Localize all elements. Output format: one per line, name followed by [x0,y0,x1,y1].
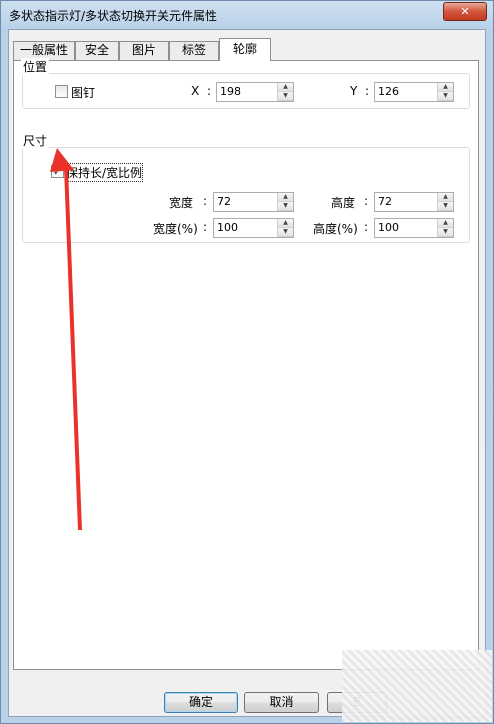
height-input[interactable]: 72 ▲ ▼ [374,192,454,212]
spin-down-icon[interactable]: ▼ [278,92,293,101]
height-percent-value: 100 [378,221,399,234]
properties-dialog: 多状态指示灯/多状态切换开关元件属性 ✕ 一般属性 安全 图片 标签 轮廓 位置… [0,0,494,724]
height-spinner[interactable]: ▲ ▼ [437,193,453,211]
width-spinner[interactable]: ▲ ▼ [277,193,293,211]
cancel-button[interactable]: 取消 [244,692,319,713]
pin-checkbox[interactable] [55,85,68,98]
spin-up-icon[interactable]: ▲ [278,83,293,92]
keep-ratio-checkbox[interactable]: ✓ [51,165,64,178]
spin-up-icon[interactable]: ▲ [438,83,453,92]
size-group-label: 尺寸 [21,132,50,149]
y-position-input[interactable]: 126 ▲ ▼ [374,82,454,102]
spin-down-icon[interactable]: ▼ [438,228,453,237]
watermark-blur [342,650,492,722]
size-group: 尺寸 ✓ 保持长/宽比例 宽度 : 72 ▲ ▼ 高度 : 72 ▲ ▼ 宽度(… [21,132,470,243]
keep-ratio-label: 保持长/宽比例 [64,163,144,182]
close-icon: ✕ [460,5,470,18]
tab-security[interactable]: 安全 [75,41,119,60]
width-percent-label: 宽度(%) [153,222,198,236]
tab-picture[interactable]: 图片 [119,41,169,60]
x-colon: : [207,84,212,98]
tab-label[interactable]: 标签 [169,41,219,60]
y-position-value: 126 [378,85,399,98]
spin-up-icon[interactable]: ▲ [438,219,453,228]
spin-down-icon[interactable]: ▼ [438,92,453,101]
spin-up-icon[interactable]: ▲ [278,219,293,228]
x-label: X [191,84,200,98]
close-button[interactable]: ✕ [443,2,487,21]
height-percent-spinner[interactable]: ▲ ▼ [437,219,453,237]
y-colon: : [365,84,370,98]
title-bar[interactable]: 多状态指示灯/多状态切换开关元件属性 ✕ [1,1,493,29]
x-position-value: 198 [220,85,241,98]
position-group: 位置 图钉 X : 198 ▲ ▼ Y : 126 ▲ ▼ [21,58,470,109]
pin-label: 图钉 [71,86,96,100]
check-mark-icon: ✓ [52,165,63,178]
height-percent-colon: : [364,220,369,234]
spin-down-icon[interactable]: ▼ [278,202,293,211]
width-input[interactable]: 72 ▲ ▼ [213,192,294,212]
width-percent-spinner[interactable]: ▲ ▼ [277,219,293,237]
width-colon: : [203,194,208,208]
width-percent-colon: : [203,220,208,234]
y-label: Y [350,84,358,98]
height-value: 72 [378,195,392,208]
outline-tab-panel: 位置 图钉 X : 198 ▲ ▼ Y : 126 ▲ ▼ 尺寸 ✓ 保持长/宽… [13,58,479,670]
spin-up-icon[interactable]: ▲ [278,193,293,202]
width-label: 宽度 [169,196,194,210]
height-label: 高度 [331,196,356,210]
height-colon: : [364,194,369,208]
width-value: 72 [217,195,231,208]
x-position-input[interactable]: 198 ▲ ▼ [216,82,294,102]
height-percent-input[interactable]: 100 ▲ ▼ [374,218,454,238]
width-percent-value: 100 [217,221,238,234]
height-percent-label: 高度(%) [313,222,358,236]
spin-up-icon[interactable]: ▲ [438,193,453,202]
spin-down-icon[interactable]: ▼ [438,202,453,211]
ok-button[interactable]: 确定 [164,692,238,713]
window-title: 多状态指示灯/多状态切换开关元件属性 [9,9,218,23]
tab-outline[interactable]: 轮廓 [219,38,271,61]
y-spinner[interactable]: ▲ ▼ [437,83,453,101]
position-group-label: 位置 [21,58,50,75]
x-spinner[interactable]: ▲ ▼ [277,83,293,101]
width-percent-input[interactable]: 100 ▲ ▼ [213,218,294,238]
dialog-client-area: 一般属性 安全 图片 标签 轮廓 位置 图钉 X : 198 ▲ ▼ Y: 1… [8,29,486,717]
spin-down-icon[interactable]: ▼ [278,228,293,237]
